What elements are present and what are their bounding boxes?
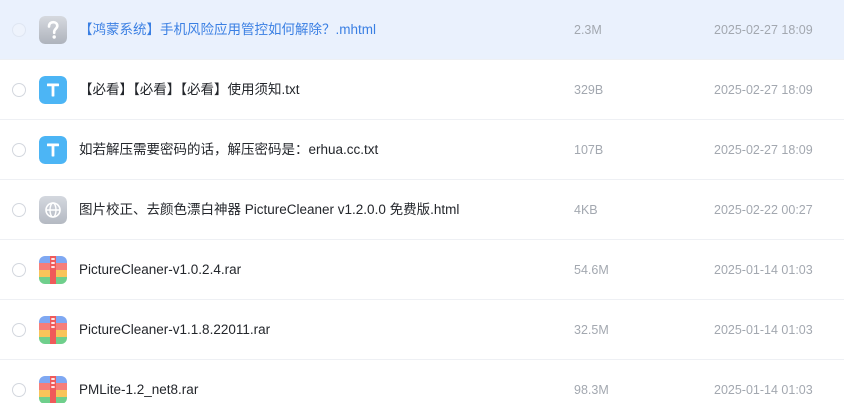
file-size: 329B bbox=[574, 83, 604, 97]
file-row[interactable]: PictureCleaner-v1.0.2.4.rar 54.6M 2025-0… bbox=[0, 240, 844, 300]
row-checkbox[interactable] bbox=[12, 23, 26, 37]
web-file-icon bbox=[39, 196, 67, 224]
file-name[interactable]: PictureCleaner-v1.0.2.4.rar bbox=[79, 261, 241, 279]
file-size: 54.6M bbox=[574, 263, 609, 277]
text-file-icon bbox=[39, 136, 67, 164]
file-date: 2025-02-27 18:09 bbox=[714, 83, 813, 97]
file-name[interactable]: 【必看】【必看】【必看】使用须知.txt bbox=[79, 81, 300, 99]
file-date: 2025-01-14 01:03 bbox=[714, 263, 813, 277]
row-checkbox[interactable] bbox=[12, 143, 26, 157]
file-row[interactable]: 【必看】【必看】【必看】使用须知.txt 329B 2025-02-27 18:… bbox=[0, 60, 844, 120]
file-size: 2.3M bbox=[574, 23, 602, 37]
unknown-file-icon bbox=[39, 16, 67, 44]
file-name[interactable]: 如若解压需要密码的话，解压密码是：erhua.cc.txt bbox=[79, 141, 378, 159]
file-row[interactable]: PictureCleaner-v1.1.8.22011.rar 32.5M 20… bbox=[0, 300, 844, 360]
archive-file-icon bbox=[39, 256, 67, 284]
row-checkbox[interactable] bbox=[12, 383, 26, 397]
file-date: 2025-01-14 01:03 bbox=[714, 383, 813, 397]
file-date: 2025-02-27 18:09 bbox=[714, 143, 813, 157]
file-size: 32.5M bbox=[574, 323, 609, 337]
archive-file-icon bbox=[39, 376, 67, 403]
row-checkbox[interactable] bbox=[12, 83, 26, 97]
file-name[interactable]: 【鸿蒙系统】手机风险应用管控如何解除？.mhtml bbox=[79, 21, 376, 39]
file-name[interactable]: 图片校正、去颜色漂白神器 PictureCleaner v1.2.0.0 免费版… bbox=[79, 201, 459, 219]
file-size: 4KB bbox=[574, 203, 598, 217]
file-list: 【鸿蒙系统】手机风险应用管控如何解除？.mhtml 2.3M 2025-02-2… bbox=[0, 0, 844, 403]
row-checkbox[interactable] bbox=[12, 263, 26, 277]
file-row[interactable]: 图片校正、去颜色漂白神器 PictureCleaner v1.2.0.0 免费版… bbox=[0, 180, 844, 240]
file-size: 107B bbox=[574, 143, 604, 157]
file-row[interactable]: 【鸿蒙系统】手机风险应用管控如何解除？.mhtml 2.3M 2025-02-2… bbox=[0, 0, 844, 60]
file-date: 2025-02-22 00:27 bbox=[714, 203, 813, 217]
file-date: 2025-01-14 01:03 bbox=[714, 323, 813, 337]
row-checkbox[interactable] bbox=[12, 323, 26, 337]
text-file-icon bbox=[39, 76, 67, 104]
file-name[interactable]: PMLite-1.2_net8.rar bbox=[79, 381, 198, 399]
file-row[interactable]: PMLite-1.2_net8.rar 98.3M 2025-01-14 01:… bbox=[0, 360, 844, 403]
file-row[interactable]: 如若解压需要密码的话，解压密码是：erhua.cc.txt 107B 2025-… bbox=[0, 120, 844, 180]
file-name[interactable]: PictureCleaner-v1.1.8.22011.rar bbox=[79, 321, 270, 339]
archive-file-icon bbox=[39, 316, 67, 344]
file-date: 2025-02-27 18:09 bbox=[714, 23, 813, 37]
file-size: 98.3M bbox=[574, 383, 609, 397]
row-checkbox[interactable] bbox=[12, 203, 26, 217]
